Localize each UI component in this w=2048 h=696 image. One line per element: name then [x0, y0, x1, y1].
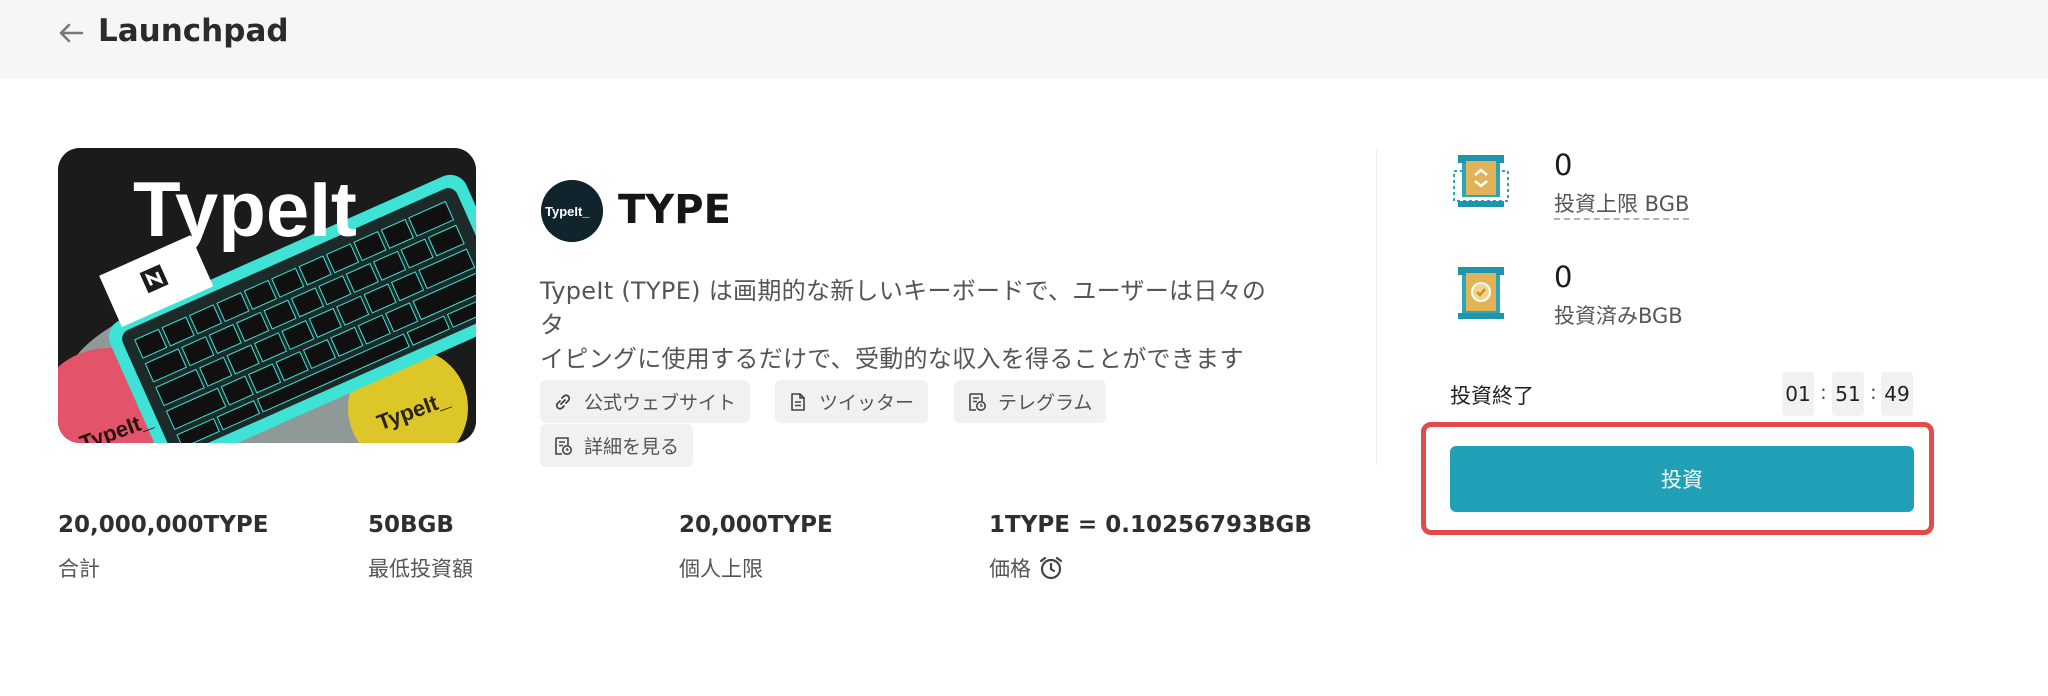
- stat-min-investment-label: 最低投資額: [368, 557, 473, 581]
- project-description-line: TypeIt (TYPE) は画期的な新しいキーボードで、ユーザーは日々のタ: [540, 277, 1267, 339]
- stat-total-value: 20,000,000TYPE: [58, 512, 269, 538]
- alarm-clock-icon[interactable]: [1037, 554, 1065, 582]
- project-description: TypeIt (TYPE) は画期的な新しいキーボードで、ユーザーは日々のタ イ…: [540, 274, 1290, 376]
- investment-limit-value: 0: [1554, 148, 1573, 182]
- document-icon: [791, 392, 805, 411]
- arrow-left-icon[interactable]: [56, 18, 86, 48]
- project-logo: TypeIt_: [541, 180, 603, 242]
- timer-minutes: 51: [1832, 372, 1864, 416]
- telegram-link-label: テレグラム: [998, 392, 1093, 414]
- document-clock-icon: [555, 436, 572, 455]
- page-title: Launchpad: [98, 13, 289, 49]
- timer-separator: :: [1820, 380, 1827, 404]
- column-divider: [1376, 150, 1377, 465]
- details-link-label: 詳細を見る: [584, 436, 680, 458]
- project-description-line: イピングに使用するだけで、受動的な収入を得ることができます: [540, 345, 1244, 373]
- stat-min-investment-value: 50BGB: [368, 512, 454, 538]
- link-icon: [555, 393, 571, 410]
- project-name: TYPE: [618, 187, 731, 233]
- document-clock-icon: [969, 392, 986, 411]
- top-bar: Launchpad: [0, 0, 2048, 79]
- invested-value: 0: [1554, 260, 1573, 294]
- stat-total-label: 合計: [58, 557, 100, 581]
- timer-hours: 01: [1782, 372, 1814, 416]
- banner-headline: TypeIt: [133, 165, 357, 253]
- invested-label: 投資済みBGB: [1554, 304, 1683, 328]
- limit-badge-icon: [1453, 155, 1509, 207]
- stat-price-label-row: 価格: [989, 553, 1065, 583]
- telegram-link[interactable]: テレグラム: [954, 380, 1107, 423]
- invested-badge-icon: [1458, 267, 1504, 319]
- project-banner: TypeIt TypeIt_ TypeIt_: [58, 148, 476, 443]
- stat-personal-limit-value: 20,000TYPE: [679, 512, 833, 538]
- investment-end-label: 投資終了: [1450, 384, 1534, 408]
- twitter-link[interactable]: ツイッター: [775, 380, 929, 423]
- investment-limit-label[interactable]: 投資上限 BGB: [1554, 188, 1690, 220]
- stat-price-value: 1TYPE = 0.10256793BGB: [989, 512, 1312, 538]
- timer-separator: :: [1870, 380, 1877, 404]
- twitter-link-label: ツイッター: [819, 392, 915, 414]
- stat-price-label: 価格: [989, 557, 1031, 581]
- investment-limit-label-text[interactable]: 投資上限 BGB: [1554, 192, 1690, 220]
- invest-button[interactable]: 投資: [1450, 446, 1914, 512]
- website-link-label: 公式ウェブサイト: [584, 392, 737, 414]
- project-logo-text: TypeIt_: [545, 204, 590, 219]
- details-link[interactable]: 詳細を見る: [540, 424, 694, 467]
- website-link[interactable]: 公式ウェブサイト: [540, 380, 751, 423]
- stat-personal-limit-label: 個人上限: [679, 557, 763, 581]
- timer-seconds: 49: [1881, 372, 1913, 416]
